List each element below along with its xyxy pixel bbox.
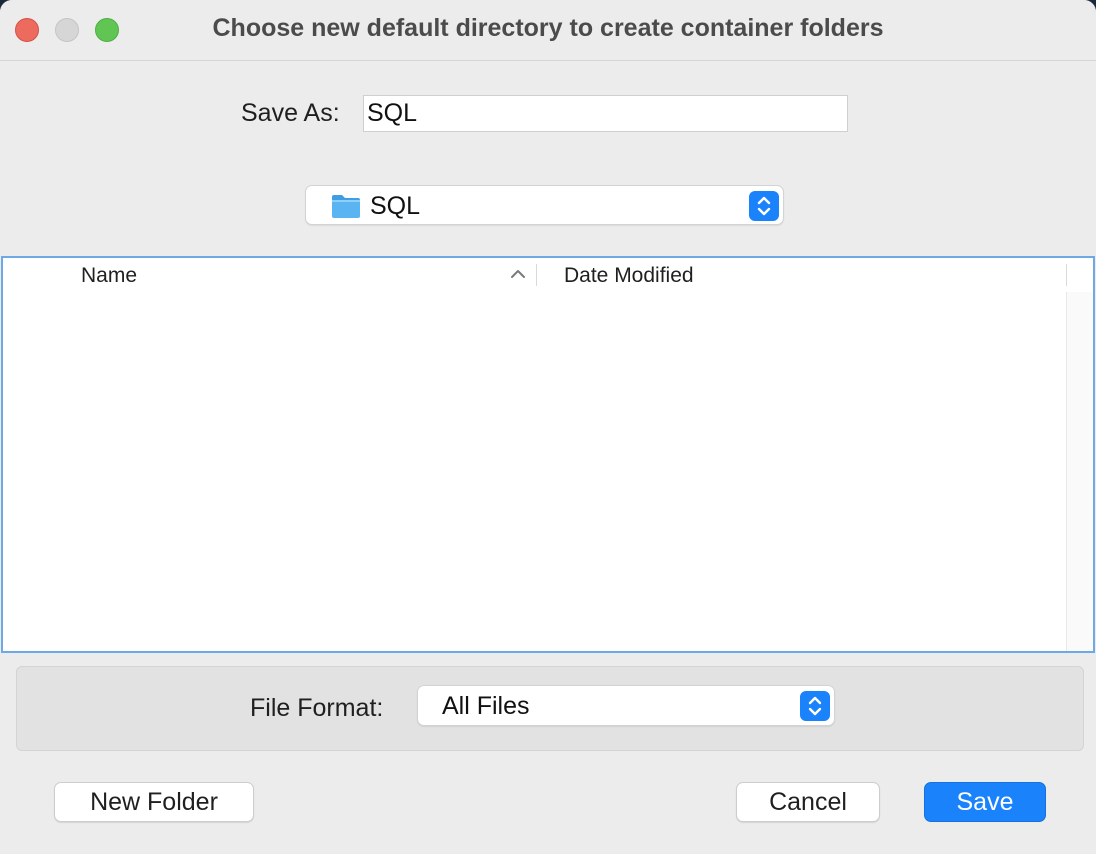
cancel-button[interactable]: Cancel (736, 782, 880, 822)
file-browser-list[interactable]: Name Date Modified (1, 256, 1095, 653)
window-title-text: Choose new default directory to create c… (212, 14, 884, 42)
save-dialog-window: Choose new default directory to create c… (0, 0, 1096, 854)
column-divider[interactable] (1066, 264, 1067, 286)
location-popup-label: SQL (370, 192, 421, 220)
location-popup[interactable]: SQL (305, 185, 784, 225)
save-button[interactable]: Save (924, 782, 1046, 822)
save-as-input[interactable] (363, 95, 848, 132)
file-format-popup-label: All Files (442, 692, 530, 720)
window-title: Choose new default directory to create c… (0, 14, 1096, 43)
save-as-label: Save As: (241, 99, 340, 127)
column-header-row: Name Date Modified (3, 258, 1067, 292)
location-popup-stepper[interactable] (749, 191, 779, 221)
column-divider[interactable] (536, 264, 537, 286)
up-down-chevron-icon (808, 696, 822, 716)
title-bar: Choose new default directory to create c… (0, 0, 1096, 61)
folder-icon (332, 195, 360, 218)
new-folder-button[interactable]: New Folder (54, 782, 254, 822)
file-format-popup[interactable]: All Files (417, 685, 835, 726)
sort-ascending-chevron-icon[interactable] (510, 268, 526, 280)
up-down-chevron-icon (757, 196, 771, 216)
column-header-date-modified[interactable]: Date Modified (564, 264, 694, 288)
file-format-popup-stepper[interactable] (800, 691, 830, 721)
vertical-scrollbar[interactable] (1066, 292, 1093, 651)
column-header-name[interactable]: Name (81, 264, 137, 288)
file-format-label: File Format: (250, 694, 384, 722)
